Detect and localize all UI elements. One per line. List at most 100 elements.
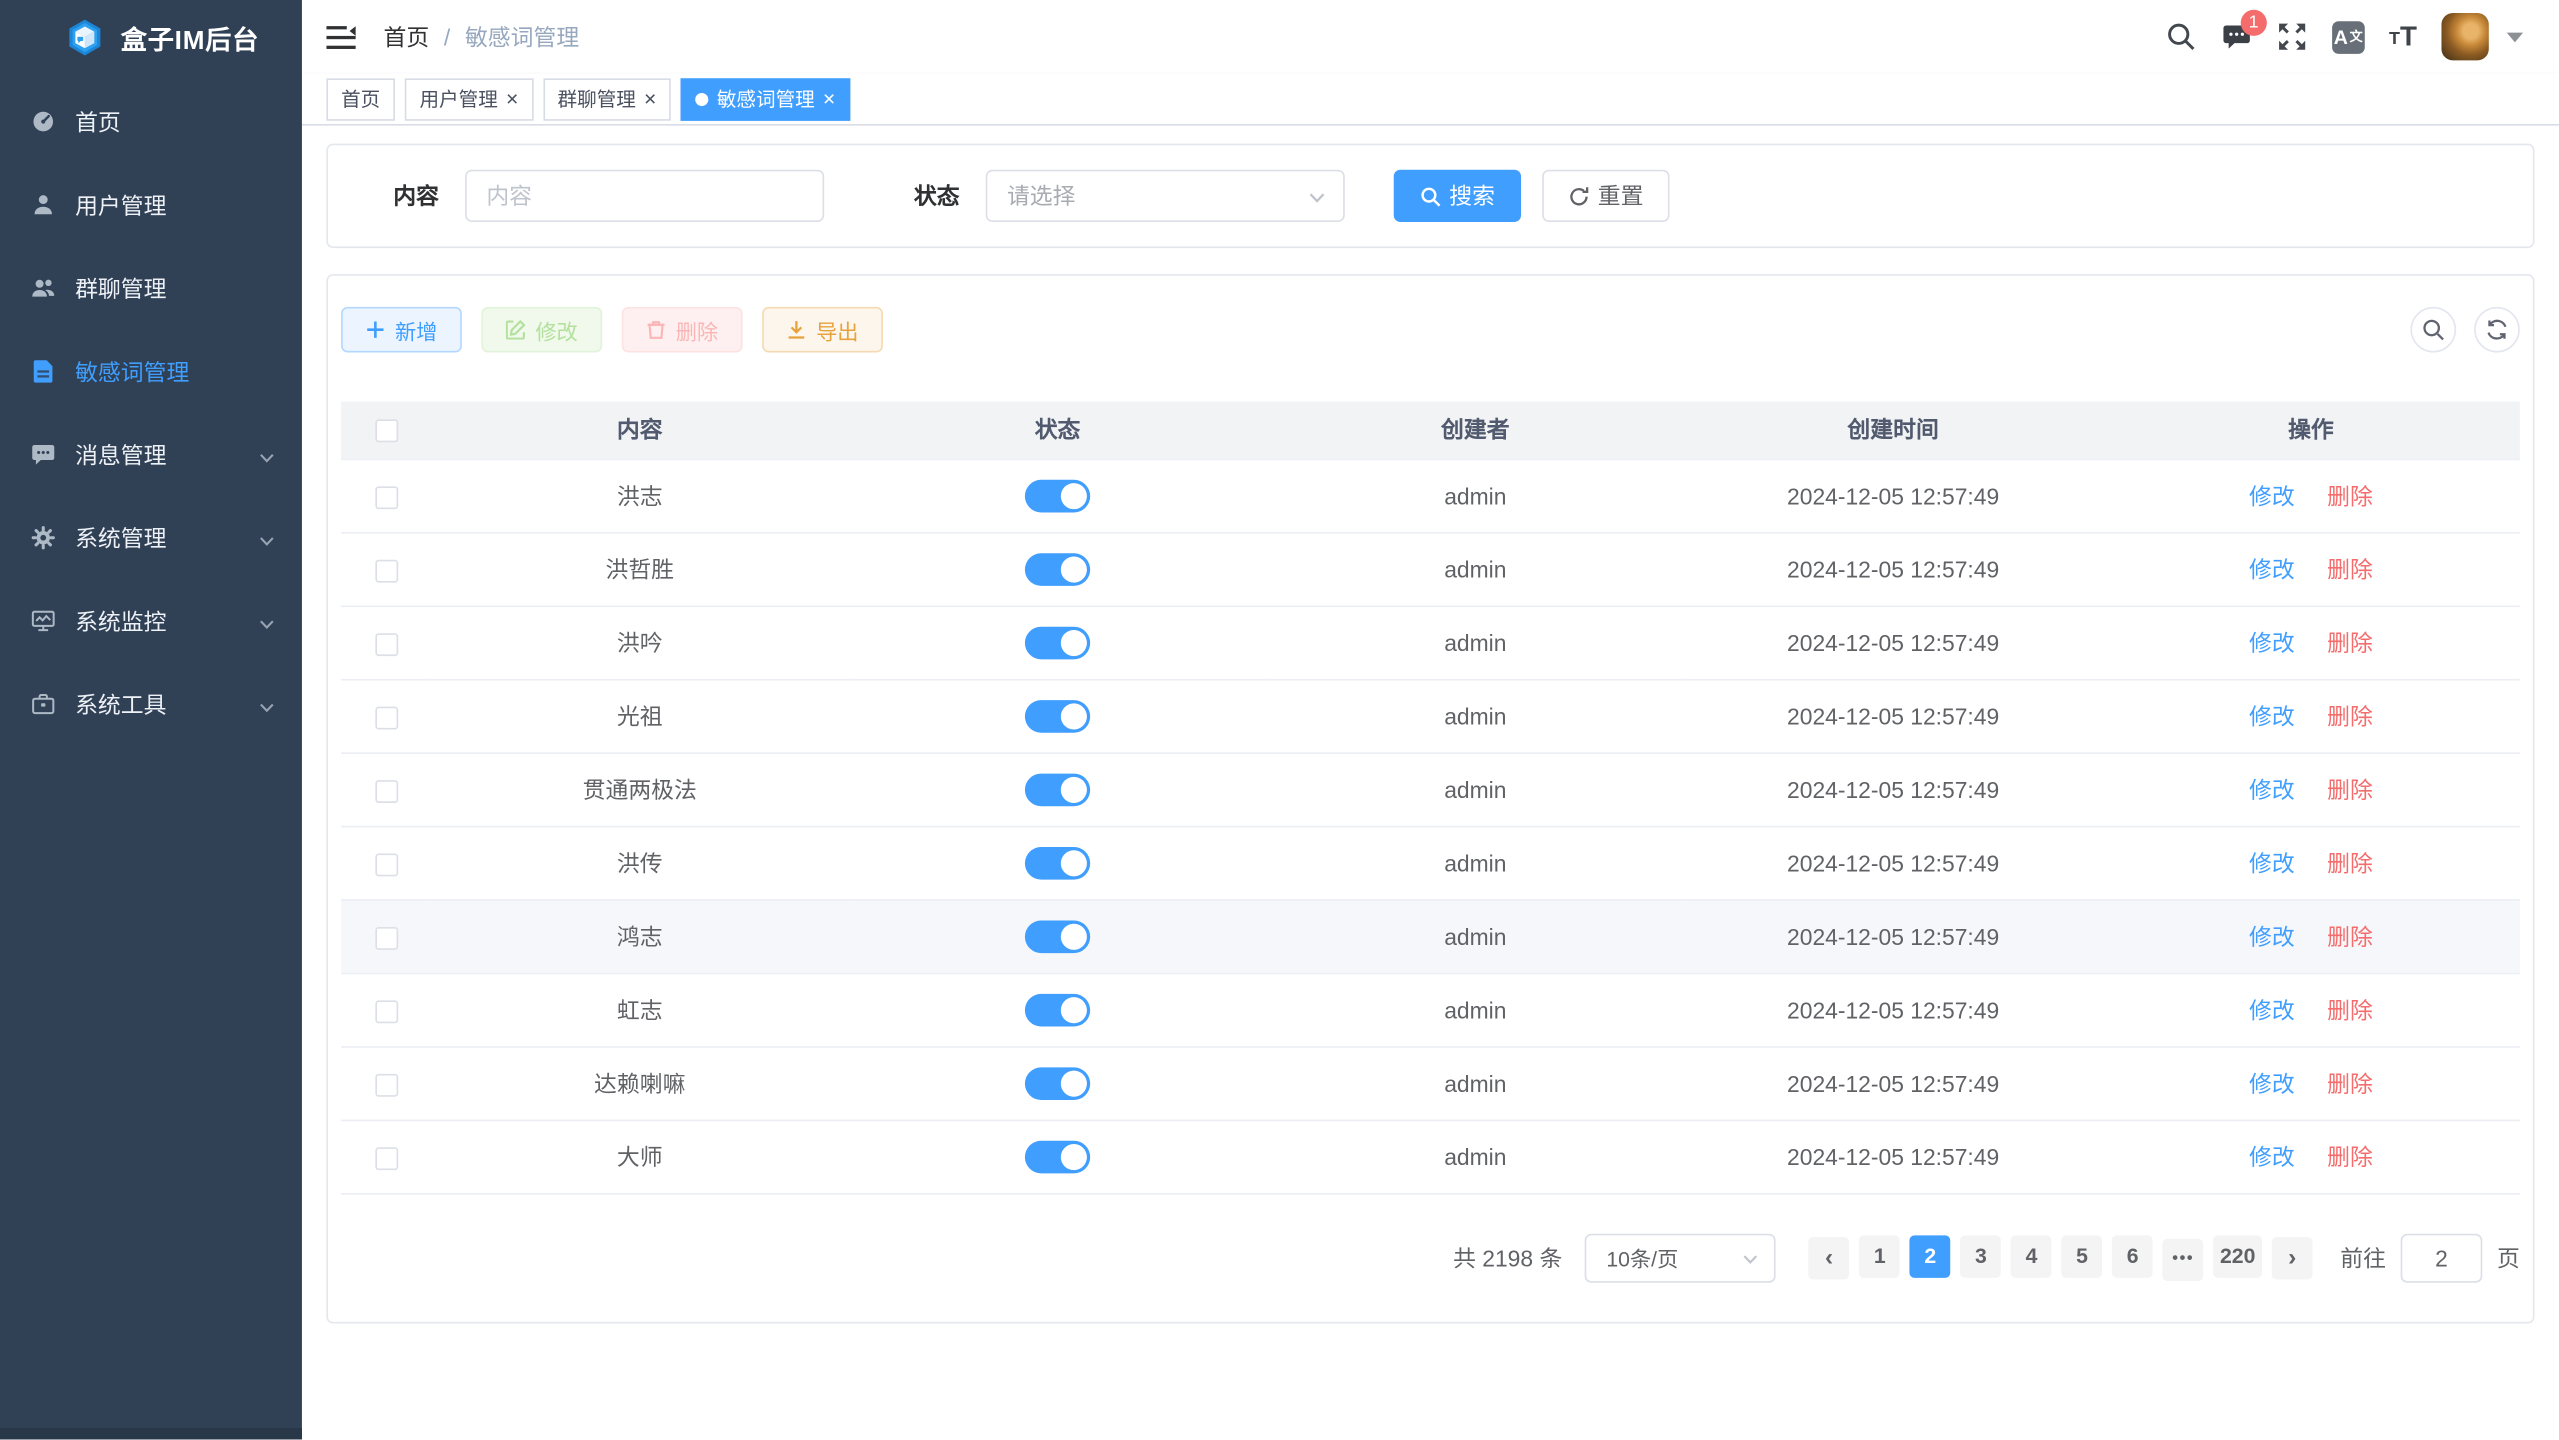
row-delete-link[interactable]: 删除 xyxy=(2327,1070,2373,1096)
font-size-icon[interactable]: TT xyxy=(2389,24,2417,48)
row-delete-link[interactable]: 删除 xyxy=(2327,629,2373,655)
user-avatar[interactable] xyxy=(2441,13,2488,60)
cell-content: 贯通两极法 xyxy=(431,752,849,825)
row-edit-link[interactable]: 修改 xyxy=(2249,482,2295,508)
export-button[interactable]: 导出 xyxy=(762,307,883,353)
chevron-down-icon xyxy=(258,612,276,630)
row-edit-link[interactable]: 修改 xyxy=(2249,556,2295,582)
row-edit-link[interactable]: 修改 xyxy=(2249,703,2295,729)
row-checkbox[interactable] xyxy=(375,1147,398,1170)
cell-creator: admin xyxy=(1266,973,1684,1046)
refresh-table-button[interactable] xyxy=(2474,307,2520,353)
sidebar-item-system-monitor[interactable]: 系统监控 xyxy=(0,579,302,662)
status-switch[interactable] xyxy=(1025,699,1090,732)
page-button[interactable]: 6 xyxy=(2112,1235,2153,1277)
more-pages-button[interactable]: ••• xyxy=(2163,1238,2204,1280)
page-button[interactable]: 4 xyxy=(2011,1235,2052,1277)
sidebar-collapse-icon[interactable] xyxy=(326,24,355,50)
fullscreen-icon[interactable] xyxy=(2276,21,2307,52)
page-size-select[interactable]: 10条/页 xyxy=(1585,1233,1776,1282)
status-switch[interactable] xyxy=(1025,993,1090,1026)
next-page-button[interactable]: › xyxy=(2272,1236,2313,1278)
row-delete-link[interactable]: 删除 xyxy=(2327,776,2373,802)
sidebar-item-sensitive-words[interactable]: 敏感词管理 xyxy=(0,330,302,413)
row-delete-link[interactable]: 删除 xyxy=(2327,923,2373,949)
row-checkbox[interactable] xyxy=(375,780,398,803)
row-checkbox[interactable] xyxy=(375,706,398,729)
close-icon[interactable]: × xyxy=(644,88,656,109)
row-edit-link[interactable]: 修改 xyxy=(2249,849,2295,875)
row-delete-link[interactable]: 删除 xyxy=(2327,703,2373,729)
tab-user-management[interactable]: 用户管理 × xyxy=(405,78,533,120)
row-checkbox[interactable] xyxy=(375,926,398,949)
sidebar-item-home[interactable]: 首页 xyxy=(0,80,302,163)
tab-home[interactable]: 首页 xyxy=(326,78,395,120)
table-row: 虹志 admin 2024-12-05 12:57:49 修改 删除 xyxy=(341,973,2520,1046)
status-switch[interactable] xyxy=(1025,920,1090,953)
status-switch[interactable] xyxy=(1025,479,1090,512)
row-checkbox[interactable] xyxy=(375,1073,398,1096)
column-header-content: 内容 xyxy=(431,401,849,458)
prev-page-button[interactable]: ‹ xyxy=(1809,1236,1850,1278)
add-button[interactable]: 新增 xyxy=(341,307,462,353)
page-button[interactable]: 220 xyxy=(2213,1235,2261,1277)
status-switch[interactable] xyxy=(1025,552,1090,585)
row-checkbox[interactable] xyxy=(375,1000,398,1023)
close-icon[interactable]: × xyxy=(823,88,835,109)
column-header-status: 状态 xyxy=(849,401,1267,458)
row-edit-link[interactable]: 修改 xyxy=(2249,776,2295,802)
sidebar-item-label: 消息管理 xyxy=(75,438,166,471)
close-icon[interactable]: × xyxy=(506,88,518,109)
show-search-toggle-button[interactable] xyxy=(2410,307,2456,353)
sidebar-item-messages[interactable]: 消息管理 xyxy=(0,413,302,496)
delete-button[interactable]: 删除 xyxy=(622,307,743,353)
row-delete-link[interactable]: 删除 xyxy=(2327,1143,2373,1169)
sidebar-item-system-tools[interactable]: 系统工具 xyxy=(0,663,302,746)
sidebar-item-system-admin[interactable]: 系统管理 xyxy=(0,496,302,579)
reset-button[interactable]: 重置 xyxy=(1542,170,1669,222)
search-button[interactable]: 搜索 xyxy=(1394,170,1521,222)
row-checkbox[interactable] xyxy=(375,633,398,656)
row-edit-link[interactable]: 修改 xyxy=(2249,996,2295,1022)
row-edit-link[interactable]: 修改 xyxy=(2249,1070,2295,1096)
page-jump-input[interactable] xyxy=(2401,1233,2483,1282)
row-checkbox[interactable] xyxy=(375,853,398,876)
row-checkbox[interactable] xyxy=(375,559,398,582)
status-switch[interactable] xyxy=(1025,1067,1090,1100)
page-button[interactable]: 5 xyxy=(2062,1235,2103,1277)
search-icon[interactable] xyxy=(2165,21,2196,52)
search-icon xyxy=(1420,185,1441,206)
pagination: 共 2198 条 10条/页 ‹ 123456•••220 › 前往 页 xyxy=(341,1233,2520,1282)
app-title: 盒子IM后台 xyxy=(121,18,259,57)
page-button[interactable]: 3 xyxy=(1961,1235,2002,1277)
avatar-dropdown-caret-icon[interactable] xyxy=(2507,32,2523,42)
status-select[interactable]: 请选择 xyxy=(986,170,1345,222)
cell-created-time: 2024-12-05 12:57:49 xyxy=(1684,1120,2102,1193)
language-switch-icon[interactable]: A文 xyxy=(2332,20,2365,53)
tab-sensitive-words[interactable]: 敏感词管理 × xyxy=(681,78,850,120)
status-switch[interactable] xyxy=(1025,626,1090,659)
message-notification-icon[interactable]: 1 xyxy=(2221,21,2252,52)
row-edit-link[interactable]: 修改 xyxy=(2249,923,2295,949)
row-edit-link[interactable]: 修改 xyxy=(2249,1143,2295,1169)
status-switch[interactable] xyxy=(1025,773,1090,806)
edit-button[interactable]: 修改 xyxy=(481,307,602,353)
tab-group-management[interactable]: 群聊管理 × xyxy=(543,78,671,120)
row-delete-link[interactable]: 删除 xyxy=(2327,996,2373,1022)
status-switch[interactable] xyxy=(1025,846,1090,879)
row-delete-link[interactable]: 删除 xyxy=(2327,482,2373,508)
sidebar-item-groups[interactable]: 群聊管理 xyxy=(0,246,302,329)
sidebar-item-users[interactable]: 用户管理 xyxy=(0,163,302,246)
breadcrumb-home[interactable]: 首页 xyxy=(384,20,430,53)
page-button[interactable]: 2 xyxy=(1910,1235,1951,1277)
cell-created-time: 2024-12-05 12:57:49 xyxy=(1684,1046,2102,1119)
row-delete-link[interactable]: 删除 xyxy=(2327,849,2373,875)
page-button[interactable]: 1 xyxy=(1859,1235,1900,1277)
select-all-checkbox[interactable] xyxy=(375,420,398,443)
content-input[interactable] xyxy=(465,170,824,222)
row-edit-link[interactable]: 修改 xyxy=(2249,629,2295,655)
row-delete-link[interactable]: 删除 xyxy=(2327,556,2373,582)
status-switch[interactable] xyxy=(1025,1140,1090,1173)
cell-content: 达赖喇嘛 xyxy=(431,1046,849,1119)
row-checkbox[interactable] xyxy=(375,486,398,509)
